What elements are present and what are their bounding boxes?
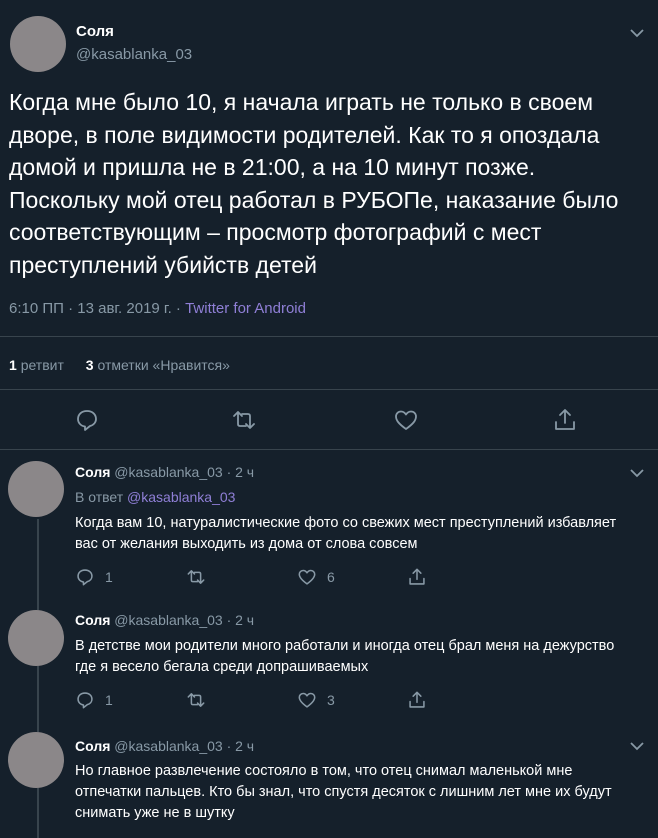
reply-icon[interactable]: [74, 407, 100, 433]
reply-tweet[interactable]: Соля @kasablanka_03 · 2 ч Но главное раз…: [0, 718, 658, 838]
share-icon: [409, 568, 425, 585]
in-reply-handle[interactable]: @kasablanka_03: [127, 489, 235, 505]
reply-header: Соля @kasablanka_03 · 2 ч: [75, 612, 254, 628]
share-icon[interactable]: [552, 407, 578, 433]
tweet-source[interactable]: Twitter for Android: [185, 300, 306, 317]
reply-header: Соля @kasablanka_03 · 2 ч: [75, 464, 254, 480]
tweet-meta: 6:10 ПП · 13 авг. 2019 г. · Twitter for …: [9, 300, 306, 317]
tweet-stats: 1 ретвит 3 отметки «Нравится»: [9, 357, 248, 373]
reply-button[interactable]: 1: [75, 567, 113, 587]
reply-header: Соля @kasablanka_03 · 2 ч: [75, 738, 254, 754]
thread-line: [37, 596, 39, 610]
reply-icon: [77, 569, 93, 586]
thread-line: [37, 788, 39, 838]
retweets-stat[interactable]: 1 ретвит: [9, 357, 64, 373]
like-icon: [298, 569, 316, 585]
retweet-button[interactable]: [185, 567, 217, 587]
like-button[interactable]: 6: [297, 567, 335, 587]
reply-count: 1: [105, 569, 113, 585]
share-button[interactable]: [407, 567, 427, 587]
author-name[interactable]: Соля: [75, 612, 110, 628]
reply-text: В детстве мои родители много работали и …: [75, 638, 615, 675]
likes-label: отметки «Нравится»: [97, 357, 230, 373]
like-icon: [298, 692, 316, 708]
author-handle[interactable]: @kasablanka_03: [76, 46, 192, 63]
author-name[interactable]: Соля: [75, 738, 110, 754]
handle-time[interactable]: @kasablanka_03 · 2 ч: [114, 612, 254, 628]
tweet-timestamp[interactable]: 6:10 ПП · 13 авг. 2019 г. ·: [9, 300, 185, 317]
chevron-down-icon[interactable]: [630, 28, 644, 38]
like-count: 6: [327, 569, 335, 585]
likes-count: 3: [85, 357, 94, 373]
retweet-button[interactable]: [185, 690, 217, 710]
tweet-text: Когда мне было 10, я начала играть не то…: [9, 89, 619, 278]
retweet-icon[interactable]: [231, 407, 257, 433]
author-name[interactable]: Соля: [76, 23, 114, 40]
share-button[interactable]: [407, 690, 427, 710]
likes-stat[interactable]: 3 отметки «Нравится»: [86, 357, 230, 373]
reply-text: Но главное развлечение состояло в том, ч…: [75, 763, 612, 821]
reply-actions: 1 6: [75, 567, 435, 587]
retweet-icon: [187, 570, 205, 584]
handle-time[interactable]: @kasablanka_03 · 2 ч: [114, 464, 254, 480]
like-icon[interactable]: [393, 407, 419, 433]
retweet-icon: [187, 693, 205, 707]
chevron-down-icon[interactable]: [630, 741, 644, 751]
thread-line: [37, 519, 39, 596]
share-icon: [409, 691, 425, 708]
avatar[interactable]: [8, 461, 64, 517]
handle-time[interactable]: @kasablanka_03 · 2 ч: [114, 738, 254, 754]
in-reply-to: В ответ @kasablanka_03: [75, 489, 235, 505]
reply-text: Когда вам 10, натуралистические фото со …: [75, 515, 617, 552]
tweet-actions: [0, 407, 658, 437]
reply-count: 1: [105, 692, 113, 708]
thread-line: [37, 666, 39, 718]
thread-line: [37, 718, 39, 732]
reply-tweet[interactable]: Соля @kasablanka_03 · 2 ч В ответ @kasab…: [0, 449, 658, 596]
avatar[interactable]: [8, 732, 64, 788]
divider: [0, 336, 658, 337]
author-name[interactable]: Соля: [75, 464, 110, 480]
avatar[interactable]: [10, 16, 66, 72]
chevron-down-icon[interactable]: [630, 468, 644, 478]
retweets-label: ретвит: [20, 357, 64, 373]
reply-icon: [77, 692, 93, 709]
in-reply-prefix: В ответ: [75, 489, 128, 505]
like-button[interactable]: 3: [297, 690, 335, 710]
avatar[interactable]: [8, 610, 64, 666]
reply-actions: 1 3: [75, 690, 435, 710]
reply-button[interactable]: 1: [75, 690, 113, 710]
reply-tweet[interactable]: Соля @kasablanka_03 · 2 ч В детстве мои …: [0, 596, 658, 718]
retweets-count: 1: [9, 357, 17, 373]
like-count: 3: [327, 692, 335, 708]
divider: [0, 389, 658, 390]
